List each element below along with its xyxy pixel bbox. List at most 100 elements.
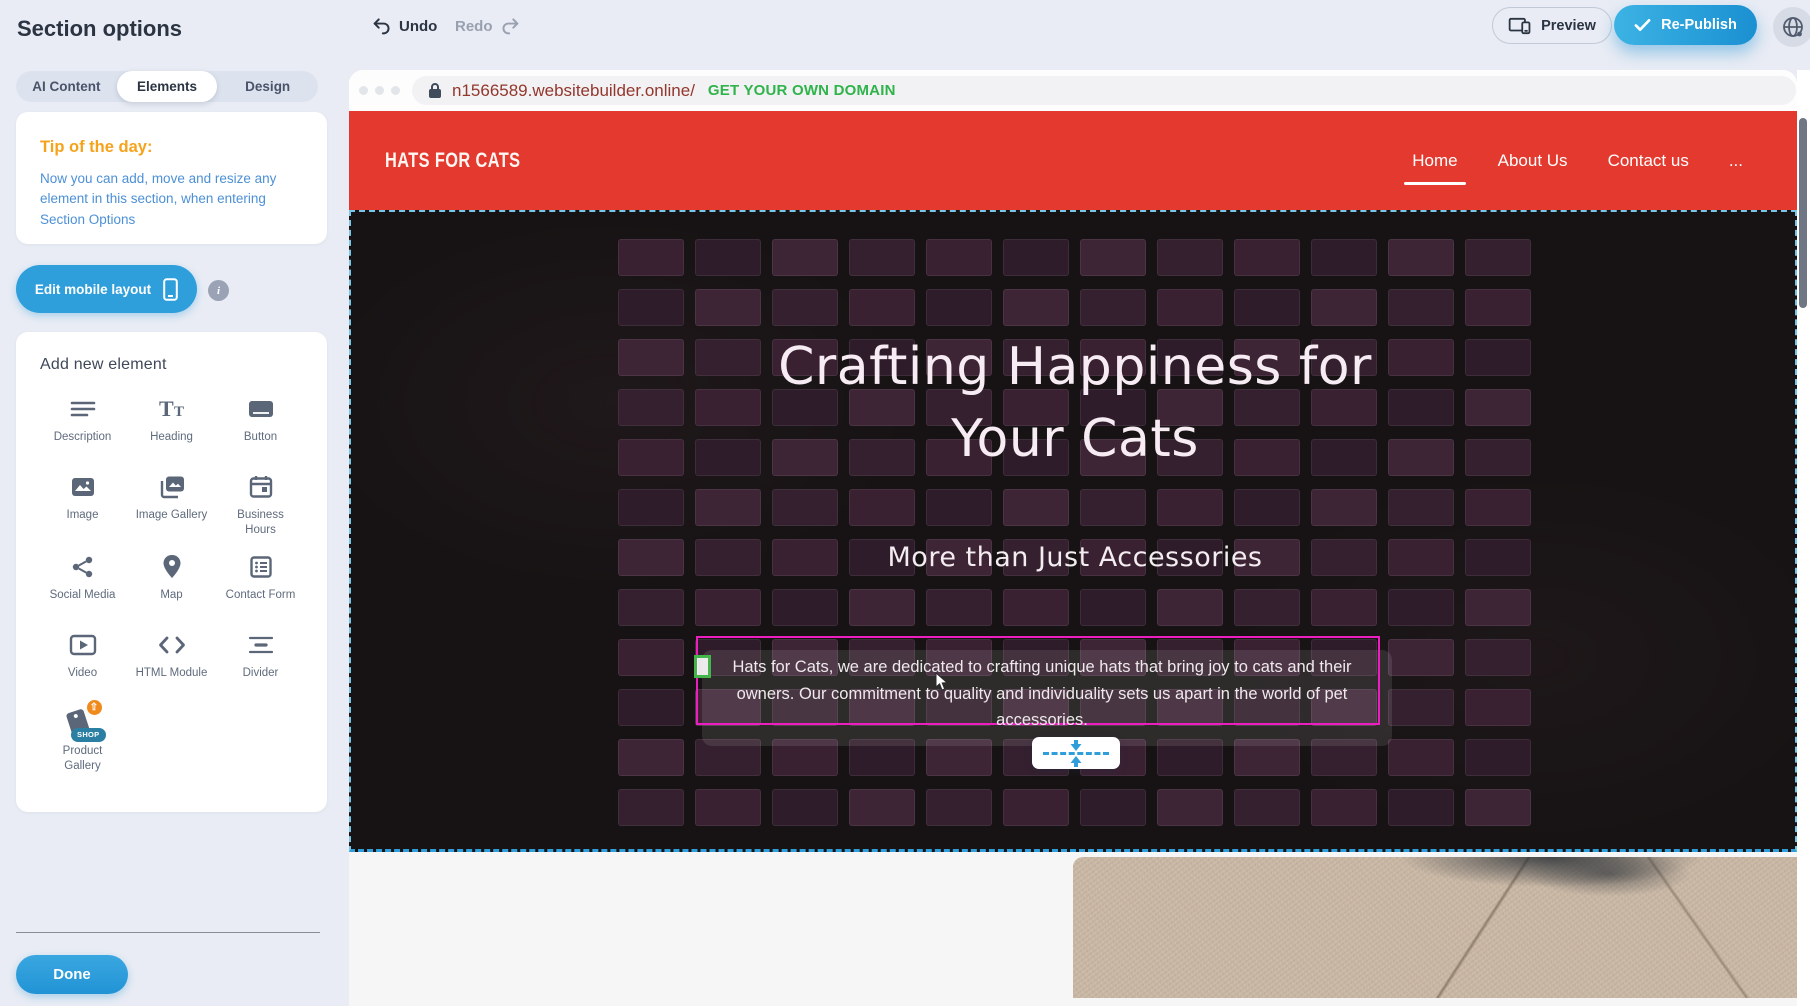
elements-grid: Description TT Heading Button Image Image Gal… xyxy=(40,394,303,774)
hero-paragraph[interactable]: Hats for Cats, we are dedicated to craft… xyxy=(716,654,1368,734)
text-element-selection[interactable]: Hats for Cats, we are dedicated to craft… xyxy=(696,636,1380,725)
get-domain-link[interactable]: GET YOUR OWN DOMAIN xyxy=(708,82,896,99)
panel-divider xyxy=(16,932,320,933)
svg-text:T: T xyxy=(174,404,184,420)
tip-title: Tip of the day: xyxy=(40,138,303,157)
resize-dashed-line xyxy=(1043,752,1109,755)
preview-label: Preview xyxy=(1541,18,1596,34)
add-element-html-module[interactable]: HTML Module xyxy=(129,630,214,694)
devices-icon xyxy=(1508,17,1532,35)
svg-text:T: T xyxy=(159,397,174,421)
tab-ai-content[interactable]: AI Content xyxy=(16,71,117,102)
add-new-element-title: Add new element xyxy=(40,356,303,374)
selection-drag-handle[interactable] xyxy=(694,655,711,678)
divider-icon xyxy=(248,630,274,660)
upgrade-badge-icon: ⇧ xyxy=(87,700,102,715)
add-element-product-gallery[interactable]: ⇧SHOP Product Gallery xyxy=(40,708,125,774)
add-element-label: Business Hours xyxy=(223,508,299,538)
image-icon xyxy=(70,472,96,502)
add-element-image[interactable]: Image xyxy=(40,472,125,538)
add-element-label: Image xyxy=(67,508,99,523)
add-element-label: Button xyxy=(244,430,277,445)
nav-item-home[interactable]: Home xyxy=(1410,145,1459,177)
nav-item-[interactable]: ... xyxy=(1727,145,1745,177)
add-element-business-hours[interactable]: Business Hours xyxy=(218,472,303,538)
globe-icon xyxy=(1781,15,1805,39)
add-element-label: HTML Module xyxy=(136,666,208,681)
map-icon xyxy=(162,552,182,582)
pavement-photo xyxy=(1073,857,1797,998)
business-hours-icon xyxy=(249,472,273,502)
redo-label: Redo xyxy=(455,18,493,35)
social-media-icon xyxy=(70,552,95,582)
undo-label: Undo xyxy=(399,18,437,35)
contact-form-icon xyxy=(249,552,273,582)
add-element-label: Map xyxy=(160,588,182,603)
lock-icon xyxy=(428,82,442,99)
add-element-label: Description xyxy=(54,430,112,445)
site-url: n1566589.websitebuilder.online/ xyxy=(452,81,695,101)
add-element-social-media[interactable]: Social Media xyxy=(40,552,125,616)
undo-icon xyxy=(372,17,392,35)
website-builder-app: Undo Redo Preview Re-Publish xyxy=(0,0,1810,1006)
video-icon xyxy=(69,630,97,660)
panel-tabs: AI ContentElementsDesign xyxy=(16,71,318,102)
image-gallery-icon xyxy=(158,472,186,502)
add-element-video[interactable]: Video xyxy=(40,630,125,694)
redo-button[interactable]: Redo xyxy=(455,14,520,38)
heading-icon: TT xyxy=(158,394,186,424)
mouse-cursor xyxy=(935,672,950,692)
tab-design[interactable]: Design xyxy=(217,71,318,102)
add-element-label: Video xyxy=(68,666,97,681)
window-dots xyxy=(359,86,400,95)
shop-badge: SHOP xyxy=(71,728,105,742)
add-element-heading[interactable]: TT Heading xyxy=(129,394,214,458)
globe-button[interactable] xyxy=(1773,7,1810,47)
nav-item-contactus[interactable]: Contact us xyxy=(1606,145,1691,177)
add-element-label: Social Media xyxy=(50,588,116,603)
preview-button[interactable]: Preview xyxy=(1492,7,1612,44)
add-new-element-card: Add new element Description TT Heading Butt… xyxy=(16,332,327,812)
section-resize-handle[interactable] xyxy=(1032,737,1120,769)
hero-subheading[interactable]: More than Just Accessories xyxy=(745,542,1405,573)
scrollbar[interactable] xyxy=(1797,70,1810,1006)
browser-chrome: n1566589.websitebuilder.online/ GET YOUR… xyxy=(349,70,1797,111)
hero-heading[interactable]: Crafting Happiness for Your Cats xyxy=(745,332,1405,476)
site-header[interactable]: HATS FOR CATS Home About Us Contact us... xyxy=(349,111,1797,210)
site-preview-window: n1566589.websitebuilder.online/ GET YOUR… xyxy=(349,70,1797,1006)
tab-elements[interactable]: Elements xyxy=(117,71,218,102)
republish-button[interactable]: Re-Publish xyxy=(1614,5,1757,45)
html-module-icon xyxy=(158,630,186,660)
scrollbar-thumb[interactable] xyxy=(1799,118,1807,308)
add-element-label: Image Gallery xyxy=(136,508,208,523)
undo-button[interactable]: Undo xyxy=(372,14,437,38)
check-icon xyxy=(1634,18,1651,32)
arrow-up-icon xyxy=(1070,756,1082,767)
add-element-label: Product Gallery xyxy=(45,744,121,774)
add-element-map[interactable]: Map xyxy=(129,552,214,616)
arrow-down-icon xyxy=(1070,740,1082,751)
add-element-label: Contact Form xyxy=(226,588,296,603)
redo-icon xyxy=(500,17,520,35)
address-bar[interactable]: n1566589.websitebuilder.online/ GET YOUR… xyxy=(412,76,1796,105)
description-icon xyxy=(70,394,96,424)
nav-item-aboutus[interactable]: About Us xyxy=(1496,145,1570,177)
add-element-label: Heading xyxy=(150,430,193,445)
republish-label: Re-Publish xyxy=(1661,17,1737,33)
site-canvas: HATS FOR CATS HomeAbout UsContact us... … xyxy=(349,111,1797,1006)
info-icon[interactable]: i xyxy=(208,280,229,301)
site-logo[interactable]: HATS FOR CATS xyxy=(385,149,521,173)
button-icon xyxy=(247,394,275,424)
edit-mobile-layout-button[interactable]: Edit mobile layout xyxy=(16,265,197,313)
product-gallery-icon: ⇧SHOP xyxy=(62,708,104,738)
add-element-divider[interactable]: Divider xyxy=(218,630,303,694)
next-section[interactable] xyxy=(349,852,1797,1006)
edit-mobile-layout-label: Edit mobile layout xyxy=(35,282,151,297)
site-nav: Home About Us Contact us... xyxy=(1410,111,1745,210)
add-element-image-gallery[interactable]: Image Gallery xyxy=(129,472,214,538)
add-element-description[interactable]: Description xyxy=(40,394,125,458)
add-element-label: Divider xyxy=(243,666,279,681)
add-element-contact-form[interactable]: Contact Form xyxy=(218,552,303,616)
done-button[interactable]: Done xyxy=(16,955,128,994)
add-element-button[interactable]: Button xyxy=(218,394,303,458)
